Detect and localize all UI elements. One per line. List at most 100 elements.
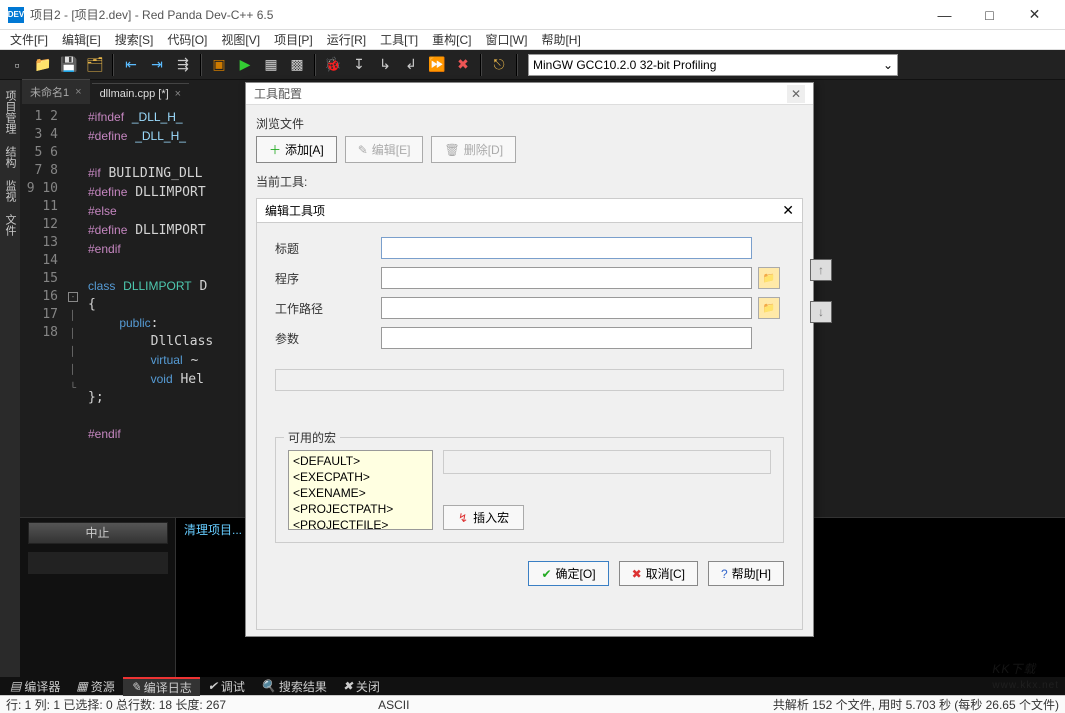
program-label: 程序: [275, 270, 375, 287]
step-over-icon[interactable]: ↧: [346, 52, 372, 78]
tab-icon: ✖: [343, 679, 353, 693]
menu-item[interactable]: 工具[T]: [374, 29, 424, 50]
tab-close-icon[interactable]: ×: [175, 88, 181, 100]
goto-icon[interactable]: ⎋: [486, 52, 512, 78]
bottom-tab[interactable]: 🔍搜索结果: [253, 678, 335, 695]
cancel-button[interactable]: ✖取消[C]: [619, 561, 698, 586]
line-gutter: 1 2 3 4 5 6 7 8 9 10 11 12 13 14 15 16 1…: [20, 104, 66, 517]
inner-dialog-title: 编辑工具项: [265, 202, 325, 219]
run-icon[interactable]: ▶: [232, 52, 258, 78]
ok-button[interactable]: ✔确定[O]: [528, 561, 608, 586]
tab-icon: ▦: [76, 679, 87, 693]
insert-macro-button[interactable]: ↯ 插入宏: [443, 505, 524, 530]
bottom-tab[interactable]: ▦资源: [68, 678, 122, 695]
bottom-tab[interactable]: ▤编译器: [2, 678, 68, 695]
workdir-input[interactable]: [381, 297, 752, 319]
menu-item[interactable]: 窗口[W]: [479, 29, 533, 50]
macro-item[interactable]: <EXENAME>: [291, 485, 430, 501]
new-file-icon[interactable]: ▫: [4, 52, 30, 78]
macro-item[interactable]: <DEFAULT>: [291, 453, 430, 469]
check-icon: ✔: [541, 567, 551, 581]
editor-tab[interactable]: dllmain.cpp [*]×: [92, 83, 190, 104]
macro-legend: 可用的宏: [284, 429, 340, 446]
save-all-icon[interactable]: 🗂: [82, 52, 108, 78]
step-into-icon[interactable]: ↳: [372, 52, 398, 78]
title-input[interactable]: [381, 237, 752, 259]
bottom-tab[interactable]: ✎编译日志: [123, 677, 200, 696]
fold-gutter: -││││└: [66, 104, 80, 517]
help-icon: ?: [721, 567, 728, 581]
close-button[interactable]: ✕: [1012, 0, 1057, 30]
continue-icon[interactable]: ⏩: [424, 52, 450, 78]
stop-icon[interactable]: ✖: [450, 52, 476, 78]
menu-item[interactable]: 帮助[H]: [535, 29, 586, 50]
chevron-down-icon: ⌄: [883, 58, 893, 72]
forward-icon[interactable]: ⇥: [144, 52, 170, 78]
title-bar: DEV 项目2 - [项目2.dev] - Red Panda Dev-C++ …: [0, 0, 1065, 30]
menu-item[interactable]: 编辑[E]: [56, 29, 107, 50]
menu-item[interactable]: 代码[O]: [161, 29, 213, 50]
menu-item[interactable]: 重构[C]: [426, 29, 477, 50]
progress-bar: [28, 552, 168, 574]
title-label: 标题: [275, 240, 375, 257]
dialog-close-icon[interactable]: ✕: [787, 85, 805, 103]
add-button[interactable]: ＋添加[A]: [256, 136, 337, 163]
readonly-field: [275, 369, 784, 391]
trash-icon: 🗑: [444, 143, 459, 157]
editor-tab[interactable]: 未命名1×: [22, 79, 90, 104]
compiler-combo-text: MinGW GCC10.2.0 32-bit Profiling: [533, 58, 716, 72]
step-out-icon[interactable]: ↲: [398, 52, 424, 78]
compile-icon[interactable]: ▣: [206, 52, 232, 78]
indent-icon[interactable]: ⇶: [170, 52, 196, 78]
back-icon[interactable]: ⇤: [118, 52, 144, 78]
workdir-label: 工作路径: [275, 300, 375, 317]
macro-list[interactable]: <DEFAULT><EXECPATH><EXENAME><PROJECTPATH…: [288, 450, 433, 530]
app-icon: DEV: [8, 7, 24, 23]
bottom-tab[interactable]: ✖关闭: [335, 678, 388, 695]
edit-tool-dialog: ↑ ↓ 编辑工具项 ✕ 标题 程序 📁 工作路径 📁 参数 可用的: [256, 198, 803, 630]
macro-item[interactable]: <PROJECTFILE>: [291, 517, 430, 530]
workdir-browse-button[interactable]: 📁: [758, 297, 780, 319]
browse-section-label: 浏览文件: [256, 111, 803, 136]
rebuild-icon[interactable]: ▩: [284, 52, 310, 78]
maximize-button[interactable]: □: [967, 0, 1012, 30]
inner-close-icon[interactable]: ✕: [782, 202, 794, 219]
plus-icon: ＋: [269, 141, 281, 158]
menu-item[interactable]: 运行[R]: [321, 29, 372, 50]
compile-control-panel: 中止: [20, 517, 175, 677]
menu-item[interactable]: 搜索[S]: [109, 29, 160, 50]
edit-button[interactable]: ✎编辑[E]: [345, 136, 424, 163]
menu-item[interactable]: 文件[F]: [4, 29, 54, 50]
macro-item[interactable]: <PROJECTPATH>: [291, 501, 430, 517]
program-browse-button[interactable]: 📁: [758, 267, 780, 289]
side-tab[interactable]: 结构: [0, 140, 20, 174]
move-down-button[interactable]: ↓: [810, 301, 832, 323]
menu-bar: 文件[F]编辑[E]搜索[S]代码[O]视图[V]项目[P]运行[R]工具[T]…: [0, 30, 1065, 50]
side-tab[interactable]: 项目管理: [0, 84, 20, 140]
side-panel-tabs: 项目管理结构监视文件: [0, 80, 20, 677]
delete-button[interactable]: 🗑删除[D]: [431, 136, 516, 163]
save-icon[interactable]: 💾: [56, 52, 82, 78]
macro-item[interactable]: <EXECPATH>: [291, 469, 430, 485]
menu-item[interactable]: 视图[V]: [215, 29, 266, 50]
side-tab[interactable]: 监视: [0, 174, 20, 208]
program-input[interactable]: [381, 267, 752, 289]
status-parse-info: 共解析 152 个文件, 用时 5.703 秒 (每秒 26.65 个文件): [773, 696, 1059, 713]
bottom-tab-bar: ▤编译器▦资源✎编译日志✔调试🔍搜索结果✖关闭: [0, 677, 1065, 695]
help-button[interactable]: ?帮助[H]: [708, 561, 784, 586]
open-icon[interactable]: 📁: [30, 52, 56, 78]
macro-groupbox: 可用的宏 <DEFAULT><EXECPATH><EXENAME><PROJEC…: [275, 437, 784, 543]
compiler-combo[interactable]: MinGW GCC10.2.0 32-bit Profiling ⌄: [528, 54, 898, 76]
cross-icon: ✖: [632, 567, 642, 581]
debug-icon[interactable]: 🐞: [320, 52, 346, 78]
compile-run-icon[interactable]: ▦: [258, 52, 284, 78]
move-up-button[interactable]: ↑: [810, 259, 832, 281]
menu-item[interactable]: 项目[P]: [268, 29, 319, 50]
tab-close-icon[interactable]: ×: [75, 86, 81, 98]
tab-icon: ✎: [131, 680, 141, 694]
minimize-button[interactable]: ―: [922, 0, 967, 30]
stop-compile-button[interactable]: 中止: [28, 522, 168, 544]
side-tab[interactable]: 文件: [0, 208, 20, 242]
bottom-tab[interactable]: ✔调试: [200, 678, 253, 695]
params-input[interactable]: [381, 327, 752, 349]
